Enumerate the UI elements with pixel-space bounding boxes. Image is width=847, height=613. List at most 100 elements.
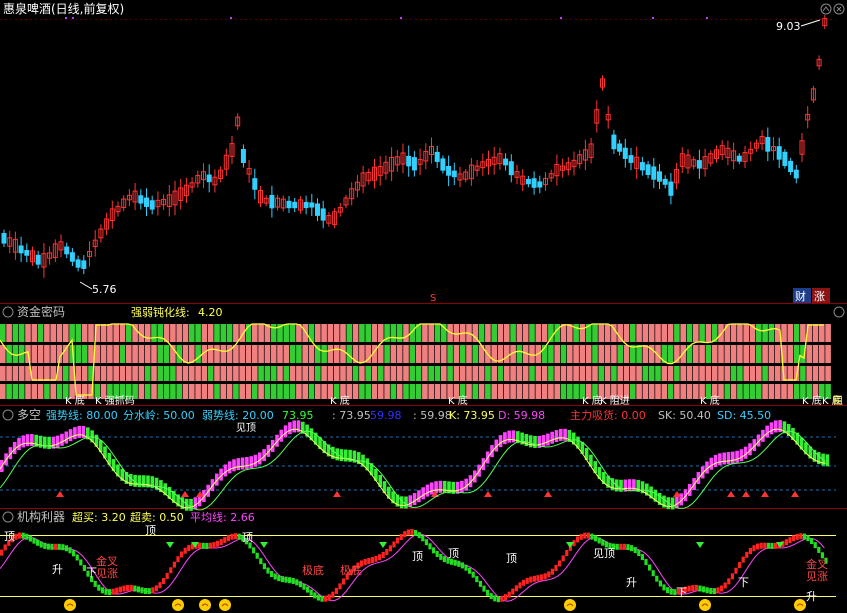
grid-cell (604, 366, 611, 381)
sun-icon (172, 599, 184, 611)
grid-cell (434, 324, 441, 342)
grid-cell (44, 324, 50, 342)
grid-cell (497, 366, 504, 381)
signal-step (0, 549, 4, 556)
osc-bar (17, 438, 21, 451)
grid-cell (749, 345, 756, 363)
grid-cell (768, 324, 775, 342)
signal-step (406, 529, 410, 536)
osc-bar (735, 450, 739, 463)
signal-step (183, 547, 187, 554)
grid-cell (724, 324, 731, 342)
grid-cell (724, 366, 731, 381)
grid-cell (18, 384, 25, 399)
signal-step (482, 585, 486, 592)
grid-cell (6, 324, 12, 342)
grid-cell (264, 366, 271, 381)
stock-title: 惠泉啤酒(日线,前复权) (3, 1, 124, 16)
panel-controls[interactable] (2, 3, 845, 523)
signal-step (691, 585, 695, 592)
grid-cell (699, 324, 705, 342)
grid-cell (491, 366, 497, 381)
grid-cell (459, 366, 466, 381)
osc-bar (670, 497, 675, 510)
top-dot (72, 17, 74, 19)
grid-cell (75, 345, 82, 363)
signal-step (795, 533, 799, 540)
chart-canvas[interactable]: 惠泉啤酒(日线,前复权) 9.03 5.76 S 财 涨 资金密码 强弱钝化线:… (0, 0, 847, 613)
grid-cell (680, 324, 686, 342)
signal-step (378, 554, 382, 561)
signal-step (327, 594, 331, 601)
grid-cell (138, 345, 145, 363)
grid-cell (800, 366, 806, 381)
signal-step (694, 585, 698, 592)
grid-cell (718, 345, 724, 363)
osc-bar (249, 456, 253, 469)
signal-step (748, 548, 752, 555)
signal-step (727, 578, 731, 585)
signal-step (234, 533, 238, 540)
grid-cell (100, 366, 107, 381)
grid-cell (233, 384, 239, 399)
grid-cell (819, 345, 825, 363)
grid-cell (403, 366, 409, 381)
grid-cell (762, 345, 768, 363)
grid-cell (693, 384, 699, 399)
grid-cell (737, 324, 743, 342)
grid-cell (270, 324, 277, 342)
signal-step (669, 588, 673, 595)
signal-step (291, 577, 295, 584)
signal-step (817, 546, 821, 553)
grid-cell (453, 324, 460, 342)
grid-cell (126, 345, 132, 363)
grid-cell (573, 384, 579, 399)
signal-annotation: 顶 (145, 524, 156, 537)
signal-step (424, 539, 428, 546)
grid-cell (623, 324, 630, 342)
grid-cell (252, 366, 258, 381)
red-up-arrow (791, 491, 799, 497)
signal-annotation: 升 (52, 563, 63, 576)
grid-cell (163, 345, 170, 363)
green-down-arrow (379, 542, 387, 548)
signal-step (176, 556, 180, 563)
grid-cell (441, 345, 447, 363)
signal-step (39, 541, 43, 548)
osc-bar (68, 429, 73, 442)
signal-step (136, 586, 140, 593)
panel1-indicator-label: 强弱钝化线: (131, 305, 190, 319)
signal-step (705, 587, 709, 594)
grid-cell (283, 345, 290, 363)
candle (611, 134, 617, 150)
grid-cell (126, 366, 132, 381)
grid-cell (409, 366, 416, 381)
grid-cell (730, 366, 737, 381)
panel3-item: 超买: 3.20 (72, 510, 126, 524)
grid-cell (289, 366, 296, 381)
grid-cell (138, 384, 145, 399)
osc-bar (253, 454, 258, 467)
candle (525, 178, 531, 185)
grid-cell (63, 345, 69, 363)
signal-step (32, 537, 36, 544)
grid-cell (491, 384, 497, 399)
signal-step (388, 545, 392, 552)
panel1-indicator-value: 4.20 (198, 306, 223, 319)
osc-bar (528, 435, 533, 448)
grid-cell (207, 345, 214, 363)
grid-cell (63, 366, 69, 381)
grid-cell (170, 366, 176, 381)
osc-bar (25, 434, 30, 447)
top-signal-text: 见顶 (236, 422, 256, 434)
panel2-item: K: 73.95 (449, 409, 495, 422)
signal-step (633, 547, 637, 554)
grid-cell (296, 366, 302, 381)
grid-cell (422, 366, 428, 381)
grid-cell (333, 345, 340, 363)
signal-step (172, 561, 176, 568)
grid-cell (648, 384, 655, 399)
top-dot (560, 17, 562, 19)
red-up-arrow (742, 491, 750, 497)
signal-annotation: 顶 (412, 550, 423, 563)
